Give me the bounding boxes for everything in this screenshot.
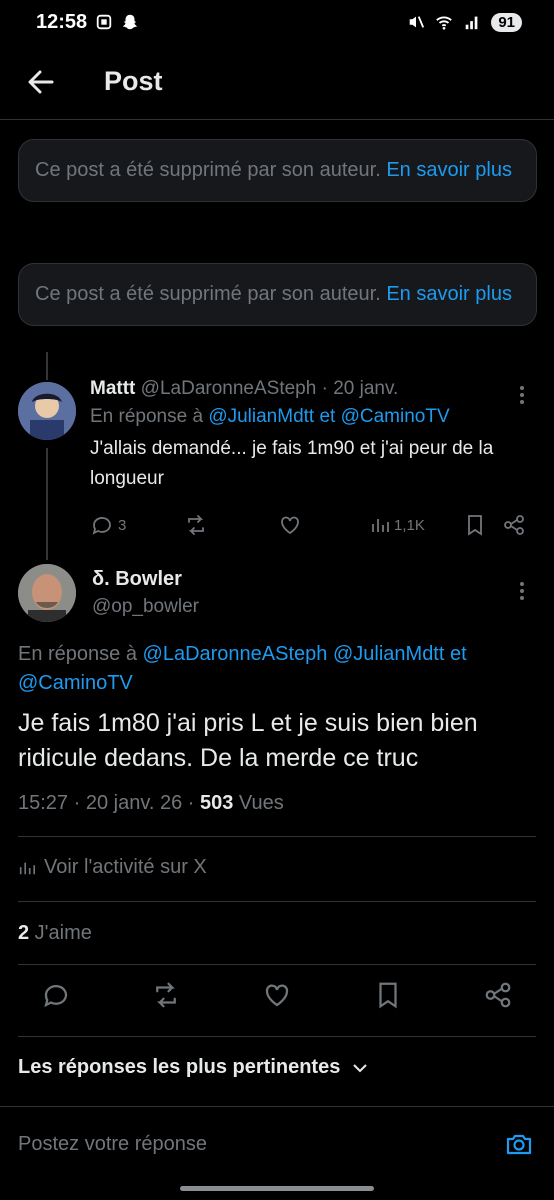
- bookmark-icon: [468, 515, 482, 536]
- avatar[interactable]: [18, 564, 76, 622]
- status-bar: 12:58 91: [0, 0, 554, 44]
- author-name[interactable]: δ. Bowler: [92, 568, 182, 591]
- post-actions: [0, 980, 554, 1022]
- comment-icon: [92, 517, 111, 535]
- likes-count: 2: [18, 922, 30, 944]
- post-time: 15:27 · 20 janv. 26 ·: [18, 792, 200, 814]
- mention-joiner: et: [314, 406, 341, 427]
- mention-link[interactable]: @CaminoTV: [341, 406, 450, 427]
- status-time: 12:58: [36, 10, 88, 33]
- divider: [18, 1036, 536, 1037]
- top-bar: Post: [0, 44, 554, 120]
- divider: [18, 964, 536, 965]
- deleted-notice-text: Ce post a été supprimé par son auteur.: [35, 283, 387, 305]
- likes-label: J'aime: [29, 922, 92, 944]
- reply-input[interactable]: [18, 1127, 478, 1161]
- author-handle[interactable]: @op_bowler: [92, 596, 199, 618]
- mention-link[interactable]: @CaminoTV: [18, 672, 133, 694]
- home-indicator: [180, 1186, 374, 1191]
- mute-icon: [410, 16, 425, 28]
- post-text: J'allais demandé... je fais 1m90 et j'ai…: [90, 438, 494, 489]
- battery-badge: 91: [491, 12, 522, 32]
- status-icons: 91: [407, 12, 522, 32]
- view-activity-link[interactable]: Voir l'activité sur X: [18, 856, 207, 879]
- repost-icon[interactable]: [151, 980, 181, 1010]
- in-reply-prefix: En réponse à: [90, 406, 209, 427]
- bookmark-icon[interactable]: [373, 980, 403, 1010]
- avatar-image: [18, 564, 76, 622]
- learn-more-link[interactable]: En savoir plus: [386, 159, 512, 181]
- in-reply-prefix: En réponse à: [18, 643, 143, 665]
- reply-meta: Mattt @LaDaronneASteph · 20 janv.: [90, 378, 530, 400]
- views-count: 503: [199, 792, 234, 814]
- replies-sort-dropdown[interactable]: Les réponses les plus pertinentes: [18, 1056, 368, 1079]
- back-button[interactable]: [18, 59, 64, 105]
- reply-content: Mattt @LaDaronneASteph · 20 janv. En rép…: [90, 378, 530, 494]
- thread-connector: [46, 352, 48, 380]
- page-title: Post: [104, 66, 163, 96]
- signal-icon: [466, 16, 478, 30]
- views-chart-icon: [19, 862, 36, 874]
- views-label: Vues: [233, 792, 284, 814]
- post-text: Je fais 1m80 j'ai pris L et je suis bien…: [18, 709, 478, 772]
- reply-actions: 3 1,1K: [90, 510, 530, 540]
- post-date: · 20 janv.: [321, 378, 399, 399]
- avatar[interactable]: [18, 382, 76, 440]
- share-button[interactable]: [502, 513, 526, 537]
- reply-count: 3: [118, 516, 127, 534]
- chevron-down-icon: [353, 1063, 368, 1072]
- bookmark-button[interactable]: [464, 513, 486, 537]
- deleted-post-notice: Ce post a été supprimé par son auteur. E…: [18, 139, 537, 202]
- reply-button[interactable]: 3: [90, 513, 126, 537]
- more-vertical-icon: [520, 386, 524, 404]
- in-reply-to: En réponse à @JulianMdtt et @CaminoTV: [90, 406, 530, 428]
- heart-icon: [281, 516, 299, 535]
- status-time-group: 12:58: [36, 11, 139, 34]
- thread-connector: [46, 448, 48, 560]
- activity-label: Voir l'activité sur X: [44, 856, 207, 878]
- mention-link[interactable]: @JulianMdtt: [208, 406, 314, 427]
- divider: [18, 901, 536, 902]
- mention-joiner: et: [444, 643, 467, 665]
- deleted-notice-text: Ce post a été supprimé par son auteur.: [35, 159, 387, 181]
- avatar-image: [18, 382, 76, 440]
- sort-label: Les réponses les plus pertinentes: [18, 1056, 341, 1078]
- share-icon[interactable]: [483, 980, 513, 1010]
- more-vertical-icon: [520, 582, 524, 600]
- like-button[interactable]: [278, 513, 302, 537]
- share-icon: [504, 515, 524, 535]
- in-reply-to: En réponse à @LaDaronneASteph @JulianMdt…: [18, 640, 538, 698]
- screenshot-icon: [96, 14, 112, 30]
- views-button[interactable]: 1,1K: [370, 515, 425, 535]
- repost-icon: [188, 515, 204, 535]
- mention-link[interactable]: @LaDaronneASteph: [143, 643, 328, 665]
- post-timestamp: 15:27 · 20 janv. 26 · 503 Vues: [18, 792, 284, 815]
- deleted-post-notice: Ce post a été supprimé par son auteur. E…: [18, 263, 537, 326]
- author-name[interactable]: Mattt: [90, 378, 135, 399]
- author-handle[interactable]: @LaDaronneASteph: [141, 378, 317, 399]
- snapchat-icon: [122, 14, 138, 30]
- mention-link[interactable]: @JulianMdtt: [333, 643, 444, 665]
- arrow-left-icon: [28, 70, 54, 93]
- divider: [18, 836, 536, 837]
- views-chart-icon: [372, 519, 389, 532]
- more-options-button[interactable]: [512, 576, 532, 606]
- wifi-icon: [436, 16, 453, 30]
- learn-more-link[interactable]: En savoir plus: [386, 283, 512, 305]
- repost-button[interactable]: [184, 513, 208, 537]
- comment-icon[interactable]: [41, 980, 71, 1010]
- heart-icon[interactable]: [262, 980, 292, 1010]
- views-count: 1,1K: [394, 516, 425, 534]
- camera-icon[interactable]: [504, 1129, 534, 1159]
- more-options-button[interactable]: [512, 380, 532, 410]
- likes-summary[interactable]: 2 J'aime: [18, 922, 92, 945]
